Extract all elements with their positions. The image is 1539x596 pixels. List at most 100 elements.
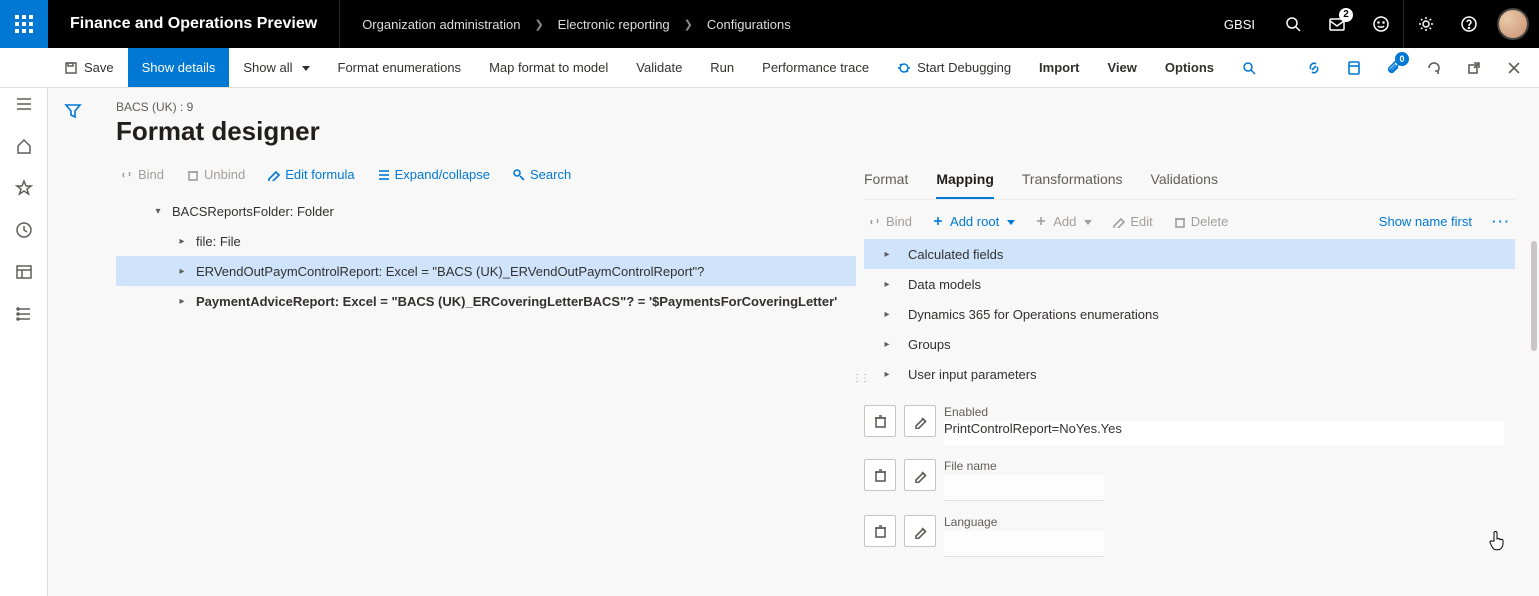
datasource-label: Groups (894, 337, 951, 352)
tree-toggle-icon[interactable]: ▸ (880, 249, 894, 260)
delete-button[interactable]: Delete (1169, 212, 1233, 231)
workspaces-button[interactable] (14, 262, 34, 282)
tree-toggle-icon[interactable]: ▸ (174, 236, 190, 247)
link-icon (120, 168, 133, 181)
tree-toggle-icon[interactable]: ▸ (174, 296, 190, 307)
notifications-button[interactable]: 2 (1315, 0, 1359, 48)
tree-toggle-icon[interactable]: ▸ (880, 369, 894, 380)
more-actions-button[interactable]: ··· (1488, 214, 1515, 229)
attachments-button[interactable]: 0 (1377, 48, 1411, 88)
tree-toggle-icon[interactable]: ▾ (150, 206, 166, 217)
popout-button[interactable] (1457, 48, 1491, 88)
home-button[interactable] (14, 136, 34, 156)
user-avatar[interactable] (1497, 8, 1529, 40)
datasource-row[interactable]: ▸Data models (864, 269, 1515, 299)
delete-label: Delete (1191, 214, 1229, 229)
tab-mapping[interactable]: Mapping (936, 165, 994, 199)
breadcrumb-item[interactable]: Configurations (707, 17, 791, 32)
breadcrumb: Organization administration ❯ Electronic… (340, 0, 1208, 48)
hamburger-button[interactable] (14, 94, 34, 114)
performance-trace-button[interactable]: Performance trace (748, 48, 883, 87)
datasource-row[interactable]: ▸Dynamics 365 for Operations enumeration… (864, 299, 1515, 329)
property-edit-button[interactable] (904, 405, 936, 437)
edit-button[interactable]: Edit (1108, 212, 1156, 231)
tree-toggle-icon[interactable]: ▸ (880, 279, 894, 290)
tree-toggle-icon[interactable]: ▸ (174, 266, 190, 277)
tab-transformations[interactable]: Transformations (1022, 165, 1123, 199)
map-format-button[interactable]: Map format to model (475, 48, 622, 87)
breadcrumb-item[interactable]: Electronic reporting (558, 17, 670, 32)
tree-row-label: file: File (190, 234, 241, 249)
tree-row[interactable]: ▸PaymentAdviceReport: Excel = "BACS (UK)… (116, 286, 856, 316)
tab-validations[interactable]: Validations (1151, 165, 1218, 199)
add-root-button[interactable]: Add root (928, 212, 1019, 231)
expand-collapse-button[interactable]: Expand/collapse (373, 165, 494, 184)
format-toolbar: Bind Unbind Edit formula Expand/collapse… (116, 161, 856, 196)
tree-row[interactable]: ▸file: File (116, 226, 856, 256)
run-button[interactable]: Run (696, 48, 748, 87)
tree-row[interactable]: ▾BACSReportsFolder: Folder (116, 196, 856, 226)
tree-row-label: ERVendOutPaymControlReport: Excel = "BAC… (190, 264, 704, 279)
help-icon (1460, 15, 1478, 33)
add-button[interactable]: Add (1031, 212, 1096, 231)
datasource-row[interactable]: ▸User input parameters (864, 359, 1515, 389)
expand-label: Expand/collapse (395, 167, 490, 182)
bind-button[interactable]: Bind (116, 165, 168, 184)
list-icon (377, 168, 390, 181)
tree-toggle-icon[interactable]: ▸ (880, 309, 894, 320)
validate-button[interactable]: Validate (622, 48, 696, 87)
property-delete-button[interactable] (864, 459, 896, 491)
unbind-label: Unbind (204, 167, 245, 182)
datasource-row[interactable]: ▸Calculated fields (864, 239, 1515, 269)
datasource-label: Data models (894, 277, 981, 292)
tree-row[interactable]: ▸ERVendOutPaymControlReport: Excel = "BA… (116, 256, 856, 286)
mapping-bind-button[interactable]: Bind (864, 212, 916, 231)
edit-formula-label: Edit formula (285, 167, 354, 182)
search-button[interactable] (1271, 0, 1315, 48)
import-button[interactable]: Import (1025, 48, 1093, 87)
office-button[interactable] (1337, 48, 1371, 88)
app-launcher-button[interactable] (0, 0, 48, 48)
settings-button[interactable] (1403, 0, 1447, 48)
tree-toggle-icon[interactable]: ▸ (880, 339, 894, 350)
breadcrumb-item[interactable]: Organization administration (362, 17, 520, 32)
options-button[interactable]: Options (1151, 48, 1228, 87)
tab-format[interactable]: Format (864, 165, 908, 199)
show-all-button[interactable]: Show all (229, 48, 323, 87)
show-name-first-button[interactable]: Show name first (1375, 212, 1476, 231)
property-body: Language (944, 515, 1507, 557)
property-edit-button[interactable] (904, 515, 936, 547)
filter-icon[interactable] (64, 102, 82, 120)
scrollbar-thumb[interactable] (1531, 241, 1537, 351)
favorites-button[interactable] (14, 178, 34, 198)
close-button[interactable] (1497, 48, 1531, 88)
help-button[interactable] (1447, 0, 1491, 48)
show-all-label: Show all (243, 60, 292, 75)
property-value[interactable] (944, 531, 1104, 557)
search-tree-button[interactable]: Search (508, 165, 575, 184)
unbind-button[interactable]: Unbind (182, 165, 249, 184)
edit-formula-button[interactable]: Edit formula (263, 165, 358, 184)
refresh-button[interactable] (1417, 48, 1451, 88)
modules-button[interactable] (14, 304, 34, 324)
plus-icon (1035, 215, 1048, 228)
show-details-button[interactable]: Show details (128, 48, 230, 87)
recent-button[interactable] (14, 220, 34, 240)
notification-badge: 2 (1339, 8, 1353, 22)
company-label[interactable]: GBSI (1208, 17, 1271, 32)
feedback-button[interactable] (1359, 0, 1403, 48)
popout-icon (1466, 60, 1482, 76)
property-value[interactable] (944, 475, 1104, 501)
datasource-row[interactable]: ▸Groups (864, 329, 1515, 359)
save-button[interactable]: Save (50, 48, 128, 87)
property-delete-button[interactable] (864, 515, 896, 547)
property-edit-button[interactable] (904, 459, 936, 491)
bind-label: Bind (138, 167, 164, 182)
commandbar-search-button[interactable] (1228, 48, 1270, 87)
splitter-handle[interactable]: ⋮⋮ (856, 161, 864, 596)
view-button[interactable]: View (1094, 48, 1151, 87)
link-button[interactable] (1297, 48, 1331, 88)
format-enumerations-button[interactable]: Format enumerations (324, 48, 476, 87)
property-delete-button[interactable] (864, 405, 896, 437)
start-debugging-button[interactable]: Start Debugging (883, 48, 1025, 87)
